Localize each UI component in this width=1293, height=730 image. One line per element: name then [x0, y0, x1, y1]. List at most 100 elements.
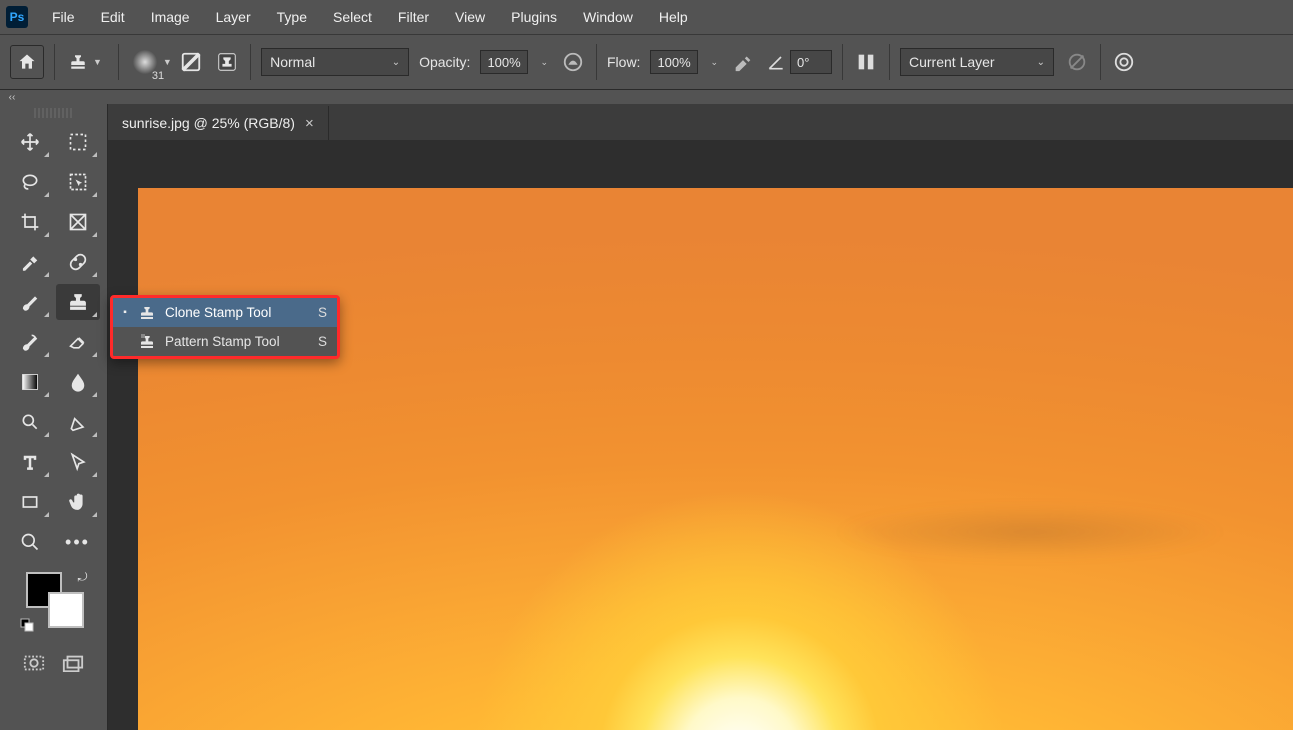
chevron-down-icon[interactable]: ⌄ — [708, 57, 720, 68]
clone-source-button[interactable] — [214, 49, 240, 75]
flow-value: 100% — [657, 55, 690, 70]
menu-type[interactable]: Type — [265, 3, 319, 31]
menu-view[interactable]: View — [443, 3, 497, 31]
opacity-input[interactable]: 100% — [480, 50, 528, 74]
dodge-tool[interactable] — [8, 404, 52, 440]
chevron-down-icon: ▼ — [91, 57, 104, 67]
pressure-opacity-button[interactable] — [560, 49, 586, 75]
separator — [54, 44, 55, 80]
history-brush-tool[interactable] — [8, 324, 52, 360]
type-tool[interactable] — [8, 444, 52, 480]
stamp-icon — [68, 292, 88, 312]
quick-mask-button[interactable] — [21, 650, 47, 676]
brush-preset-picker[interactable]: ▼ 31 — [129, 47, 168, 77]
eyedropper-tool[interactable] — [8, 244, 52, 280]
flyout-item-pattern-stamp[interactable]: Pattern Stamp Tool S — [113, 327, 337, 356]
edit-toolbar-button[interactable]: ••• — [56, 524, 100, 560]
blend-mode-select[interactable]: Normal ⌄ — [261, 48, 409, 76]
zoom-tool[interactable] — [8, 524, 52, 560]
ignore-adjustment-button[interactable] — [1064, 49, 1090, 75]
flyout-item-shortcut: S — [318, 305, 327, 320]
brush-settings-button[interactable] — [178, 49, 204, 75]
angle-input[interactable]: 0° — [790, 50, 832, 74]
app-logo-icon: Ps — [6, 6, 28, 28]
work-area: ••• ⤾ sunrise.jpg @ 25% (RGB/8) × — [0, 104, 1293, 730]
aligned-button[interactable] — [853, 49, 879, 75]
menu-help[interactable]: Help — [647, 3, 700, 31]
marquee-icon — [68, 132, 88, 152]
panel-grip[interactable] — [34, 108, 74, 118]
background-swatch[interactable] — [48, 592, 84, 628]
brush-tool[interactable] — [8, 284, 52, 320]
eraser-icon — [68, 332, 88, 352]
separator — [596, 44, 597, 80]
ignore-adjust-icon — [1066, 51, 1088, 73]
color-swatches[interactable]: ⤾ — [20, 570, 88, 632]
path-select-tool[interactable] — [56, 444, 100, 480]
marquee-tool[interactable] — [56, 124, 100, 160]
dodge-icon — [20, 412, 40, 432]
menu-plugins[interactable]: Plugins — [499, 3, 569, 31]
menu-file[interactable]: File — [40, 3, 87, 31]
collapse-panels-button[interactable]: ‹‹ — [2, 91, 22, 103]
opacity-value: 100% — [487, 55, 520, 70]
separator — [118, 44, 119, 80]
blend-mode-value: Normal — [270, 54, 315, 70]
crop-tool[interactable] — [8, 204, 52, 240]
pen-icon — [68, 412, 88, 432]
brush-size-label: 31 — [152, 70, 164, 82]
object-select-icon — [68, 172, 88, 192]
gradient-tool[interactable] — [8, 364, 52, 400]
angle-icon — [766, 52, 786, 72]
document-tab-title: sunrise.jpg @ 25% (RGB/8) — [122, 115, 295, 131]
pattern-stamp-icon — [137, 334, 157, 350]
healing-tool[interactable] — [56, 244, 100, 280]
angle-control[interactable]: 0° — [766, 49, 832, 75]
frame-tool[interactable] — [56, 204, 100, 240]
blur-tool[interactable] — [56, 364, 100, 400]
move-icon — [20, 132, 40, 152]
object-select-tool[interactable] — [56, 164, 100, 200]
move-tool[interactable] — [8, 124, 52, 160]
healing-icon — [68, 252, 88, 272]
rectangle-tool[interactable] — [8, 484, 52, 520]
airbrush-button[interactable] — [730, 49, 756, 75]
document-canvas[interactable] — [138, 188, 1293, 730]
swap-colors-icon[interactable]: ⤾ — [78, 570, 88, 585]
lasso-tool[interactable] — [8, 164, 52, 200]
menu-edit[interactable]: Edit — [89, 3, 137, 31]
separator — [250, 44, 251, 80]
clone-stamp-tool[interactable] — [56, 284, 100, 320]
menu-filter[interactable]: Filter — [386, 3, 441, 31]
screen-mode-button[interactable] — [61, 650, 87, 676]
zoom-icon — [20, 532, 40, 552]
menu-layer[interactable]: Layer — [204, 3, 263, 31]
sample-value: Current Layer — [909, 54, 995, 70]
flyout-item-clone-stamp[interactable]: ▪ Clone Stamp Tool S — [113, 298, 337, 327]
flyout-item-label: Clone Stamp Tool — [165, 305, 310, 320]
close-icon[interactable]: × — [305, 115, 314, 132]
home-button[interactable] — [10, 45, 44, 79]
airbrush-icon — [732, 51, 754, 73]
menu-bar: Ps File Edit Image Layer Type Select Fil… — [0, 0, 1293, 34]
menu-window[interactable]: Window — [571, 3, 645, 31]
quick-mask-icon — [23, 654, 45, 672]
chevron-down-icon[interactable]: ⌄ — [538, 57, 550, 68]
chevron-down-icon: ⌄ — [392, 57, 400, 68]
menu-image[interactable]: Image — [139, 3, 202, 31]
pen-tool[interactable] — [56, 404, 100, 440]
hand-tool[interactable] — [56, 484, 100, 520]
document-tab[interactable]: sunrise.jpg @ 25% (RGB/8) × — [108, 106, 329, 140]
aligned-icon — [855, 51, 877, 73]
eraser-tool[interactable] — [56, 324, 100, 360]
sample-select[interactable]: Current Layer ⌄ — [900, 48, 1054, 76]
separator — [842, 44, 843, 80]
canvas-viewport[interactable] — [108, 140, 1293, 730]
menu-select[interactable]: Select — [321, 3, 384, 31]
flow-input[interactable]: 100% — [650, 50, 698, 74]
pressure-size-button[interactable] — [1111, 49, 1137, 75]
default-colors-icon[interactable] — [20, 618, 34, 632]
brush-panel-icon — [180, 51, 202, 73]
tool-preset-picker[interactable]: ▼ — [65, 47, 108, 77]
history-brush-icon — [20, 332, 40, 352]
